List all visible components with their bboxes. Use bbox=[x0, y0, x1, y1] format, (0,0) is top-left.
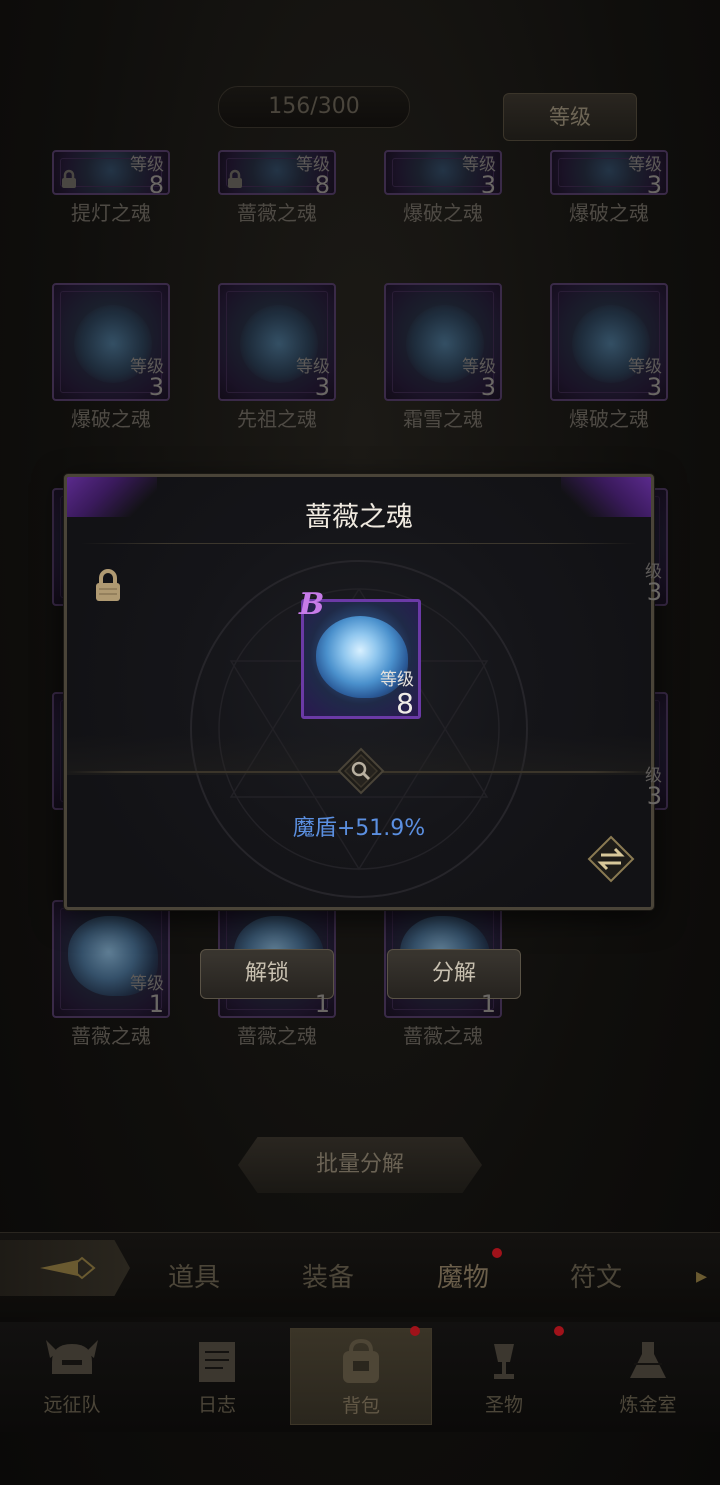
level-value: 8 bbox=[148, 171, 164, 195]
nav-label: 日志 bbox=[197, 1394, 236, 1416]
inventory-capacity: 156/300 bbox=[218, 86, 410, 128]
level-value: 3 bbox=[646, 782, 662, 810]
level-value: 1 bbox=[314, 990, 330, 1018]
grid-item[interactable]: 等级 3 先祖之魂 bbox=[218, 283, 336, 432]
nav-backpack[interactable]: 背包 bbox=[290, 1328, 432, 1425]
level-value: 3 bbox=[148, 373, 164, 401]
tab-items[interactable]: 道具 bbox=[168, 1257, 220, 1294]
item-detail-modal: 蔷薇之魂 等级 8 B 魔盾+51.9% bbox=[64, 474, 654, 910]
level-value: 8 bbox=[314, 171, 330, 195]
item-name: 蔷薇之魂 bbox=[403, 1024, 483, 1048]
level-value: 3 bbox=[646, 373, 662, 401]
level-value: 3 bbox=[480, 171, 496, 195]
tab-monsters[interactable]: 魔物 bbox=[437, 1257, 489, 1294]
sort-by-level-button[interactable]: 等级 bbox=[503, 93, 637, 141]
nav-label: 圣物 bbox=[484, 1394, 523, 1416]
grid-item[interactable]: 等级 1 蔷薇之魂 bbox=[52, 900, 170, 1049]
rarity-badge: B bbox=[299, 587, 325, 622]
nav-label: 炼金室 bbox=[619, 1394, 677, 1416]
item-name: 爆破之魂 bbox=[569, 201, 649, 225]
item-name: 先祖之魂 bbox=[237, 407, 317, 431]
nav-journal[interactable]: 日志 bbox=[147, 1328, 287, 1423]
item-name: 爆破之魂 bbox=[403, 201, 483, 225]
tab-equipment[interactable]: 装备 bbox=[302, 1257, 354, 1294]
item-level-value: 8 bbox=[396, 687, 414, 719]
level-value: 3 bbox=[480, 373, 496, 401]
scroll-icon bbox=[199, 1342, 235, 1382]
item-name: 霜雪之魂 bbox=[403, 407, 483, 431]
level-value: 1 bbox=[148, 990, 164, 1018]
swap-arrows-icon[interactable] bbox=[587, 835, 635, 883]
alchemy-icon bbox=[630, 1342, 666, 1378]
level-value: 3 bbox=[646, 578, 662, 606]
chalice-icon bbox=[494, 1344, 514, 1379]
nav-expedition[interactable]: 远征队 bbox=[2, 1328, 142, 1423]
item-name: 蔷薇之魂 bbox=[237, 1024, 317, 1048]
level-value: 1 bbox=[480, 990, 496, 1018]
grid-item[interactable]: 等级 3 爆破之魂 bbox=[550, 283, 668, 432]
nav-relics[interactable]: 圣物 bbox=[434, 1328, 574, 1423]
divider bbox=[81, 543, 637, 544]
chevron-right-icon[interactable]: ▸ bbox=[696, 1264, 707, 1289]
lock-icon bbox=[62, 169, 76, 188]
backpack-icon bbox=[343, 1338, 379, 1383]
nav-alchemy[interactable]: 炼金室 bbox=[578, 1328, 718, 1423]
notification-dot bbox=[410, 1326, 420, 1336]
grid-item[interactable]: 等级 8 提灯之魂 bbox=[52, 150, 170, 226]
item-name: 蔷薇之魂 bbox=[71, 1024, 151, 1048]
grid-item[interactable]: 等级 3 爆破之魂 bbox=[384, 150, 502, 226]
item-name: 爆破之魂 bbox=[569, 407, 649, 431]
level-value: 3 bbox=[314, 373, 330, 401]
batch-decompose-button[interactable]: 批量分解 bbox=[238, 1137, 482, 1193]
nav-label: 背包 bbox=[341, 1395, 380, 1417]
tab-runes[interactable]: 符文 bbox=[570, 1257, 622, 1294]
arrow-left-icon bbox=[40, 1256, 96, 1280]
grid-item[interactable]: 等级 3 爆破之魂 bbox=[52, 283, 170, 432]
nav-label: 远征队 bbox=[43, 1394, 101, 1416]
item-name: 提灯之魂 bbox=[71, 201, 151, 225]
lock-icon bbox=[228, 169, 242, 188]
grid-item[interactable]: 等级 3 霜雪之魂 bbox=[384, 283, 502, 432]
grid-item[interactable]: 等级 8 蔷薇之魂 bbox=[218, 150, 336, 226]
notification-dot bbox=[554, 1326, 564, 1336]
helmet-icon bbox=[46, 1340, 98, 1374]
modal-title: 蔷薇之魂 bbox=[305, 502, 413, 533]
level-value: 3 bbox=[646, 171, 662, 195]
stat-bonus: 魔盾+51.9% bbox=[292, 816, 426, 841]
decompose-button[interactable]: 分解 bbox=[387, 949, 521, 999]
notification-dot bbox=[492, 1248, 502, 1258]
magnifier-icon[interactable] bbox=[337, 747, 385, 795]
grid-item[interactable]: 等级 3 爆破之魂 bbox=[550, 150, 668, 226]
item-name: 爆破之魂 bbox=[71, 407, 151, 431]
lock-icon[interactable] bbox=[93, 569, 123, 603]
item-name: 蔷薇之魂 bbox=[237, 201, 317, 225]
